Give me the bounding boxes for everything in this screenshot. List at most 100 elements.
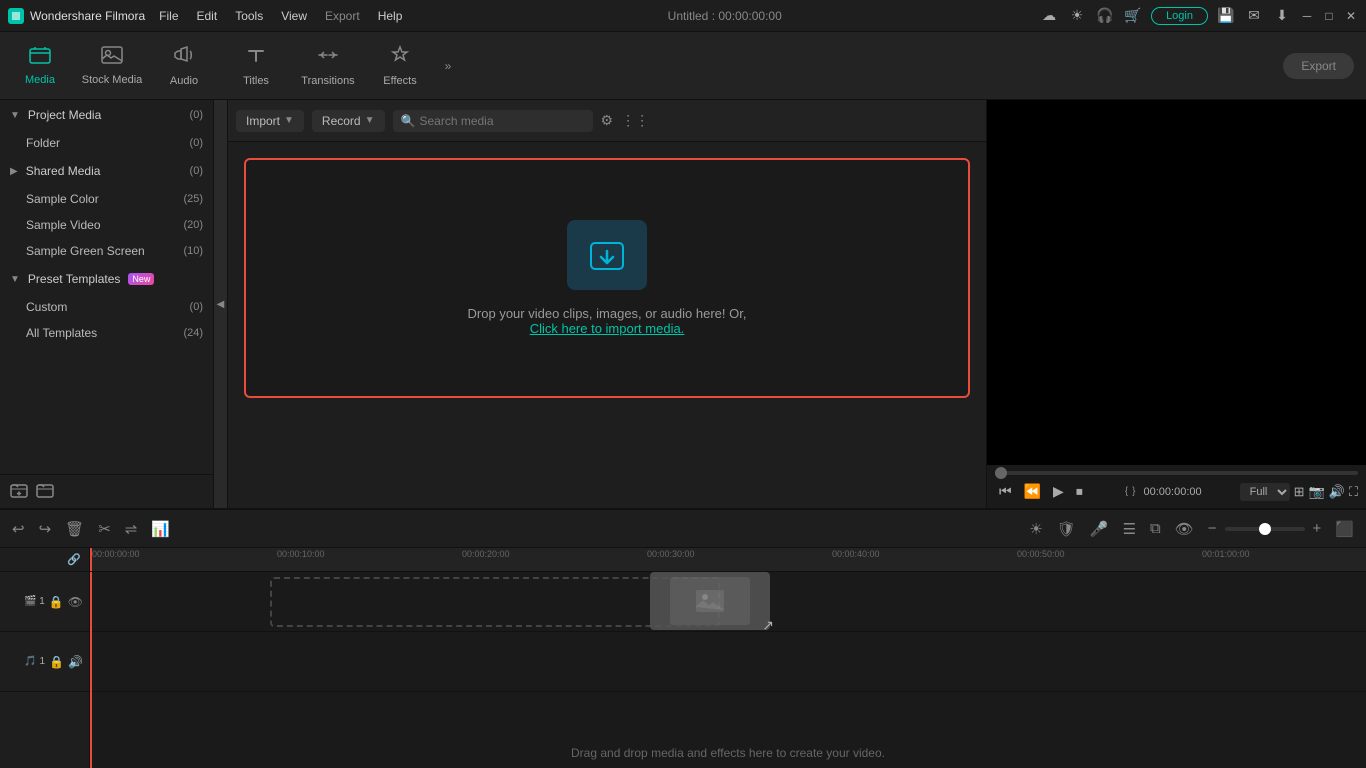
undo-button[interactable]: ↩ xyxy=(8,518,29,540)
sidebar-item-sample-color[interactable]: Sample Color (25) xyxy=(0,186,213,212)
toolbar-titles[interactable]: Titles xyxy=(220,36,292,96)
sidebar-item-all-templates[interactable]: All Templates (24) xyxy=(0,320,213,346)
cloud-icon[interactable]: ☁ xyxy=(1039,6,1059,26)
import-link[interactable]: Click here to import media. xyxy=(530,321,685,336)
video-track-lane[interactable]: ↗ xyxy=(90,572,1366,632)
drag-ghost: ↗ xyxy=(650,572,770,630)
sidebar-preset-templates[interactable]: ▼ Preset Templates New xyxy=(0,264,213,294)
grid-view-icon[interactable]: ⋮⋮ xyxy=(621,112,649,129)
zoom-in-button[interactable]: + xyxy=(1309,518,1326,539)
drop-zone[interactable]: Drop your video clips, images, or audio … xyxy=(244,158,970,398)
layers-icon[interactable]: ⧉ xyxy=(1146,518,1165,539)
snap-icon[interactable]: ☀ xyxy=(1025,518,1046,540)
shield-icon[interactable]: 🛡 xyxy=(1053,518,1080,540)
toolbar-more-button[interactable]: » xyxy=(436,36,460,96)
add-folder-button[interactable] xyxy=(10,481,28,502)
titles-label: Titles xyxy=(243,75,269,87)
main-area: ▼ Project Media (0) Folder (0) ▶ Shared … xyxy=(0,100,1366,508)
delete-button[interactable]: 🗑 xyxy=(61,518,88,540)
save-icon[interactable]: 💾 xyxy=(1216,6,1236,26)
audio-track-lane[interactable] xyxy=(90,632,1366,692)
export-button[interactable]: Export xyxy=(1283,53,1354,79)
sidebar-shared-media[interactable]: ▶ Shared Media (0) xyxy=(0,156,213,186)
back-5-button[interactable]: ⏪ xyxy=(1020,481,1045,502)
import-dropdown-icon: ▼ xyxy=(284,115,294,126)
maximize-button[interactable]: □ xyxy=(1322,9,1336,23)
sidebar-item-folder[interactable]: Folder (0) xyxy=(0,130,213,156)
expand-button[interactable]: ⬛ xyxy=(1331,518,1358,540)
screenshot-icon[interactable]: 📷 xyxy=(1309,484,1325,500)
filter-icon[interactable]: ⚙ xyxy=(601,112,614,129)
toolbar-effects[interactable]: Effects xyxy=(364,36,436,96)
ruler-mark-1: 00:00:10:00 xyxy=(275,548,325,572)
drop-text: Drop your video clips, images, or audio … xyxy=(468,306,747,321)
download-icon[interactable]: ⬇ xyxy=(1272,6,1292,26)
close-button[interactable]: ✕ xyxy=(1344,9,1358,23)
sidebar-item-sample-green-screen[interactable]: Sample Green Screen (10) xyxy=(0,238,213,264)
titlebar: Wondershare Filmora File Edit Tools View… xyxy=(0,0,1366,32)
audio-track-header: 🎵 1 🔒 🔊 xyxy=(0,632,89,692)
sidebar-item-sample-video[interactable]: Sample Video (20) xyxy=(0,212,213,238)
record-dropdown-icon: ▼ xyxy=(365,115,375,126)
preview-panel: ⏮ ⏪ ▶ ⏹ { } 00:00:00:00 Full1/21/4 ⊞ 📷 xyxy=(986,100,1366,508)
audio-track-lock-icon[interactable]: 🔒 xyxy=(49,655,64,669)
stock-media-label: Stock Media xyxy=(82,74,143,86)
import-button[interactable]: Import ▼ xyxy=(236,110,304,132)
sidebar-item-custom[interactable]: Custom (0) xyxy=(0,294,213,320)
sidebar-project-media[interactable]: ▼ Project Media (0) xyxy=(0,100,213,130)
search-input[interactable] xyxy=(419,114,584,128)
transitions-label: Transitions xyxy=(301,75,354,87)
zoom-handle xyxy=(1259,523,1271,535)
ruler-mark-2: 00:00:20:00 xyxy=(460,548,510,572)
audio-detach-button[interactable]: 📊 xyxy=(147,518,174,540)
zoom-out-button[interactable]: − xyxy=(1204,518,1221,539)
content-panel: Import ▼ Record ▼ 🔍 ⚙ ⋮⋮ Drop your xyxy=(228,100,986,508)
track-lock-icon[interactable]: 🔒 xyxy=(49,595,64,609)
timeline-ruler[interactable]: 00:00:00:00 00:00:10:00 00:00:20:00 00:0… xyxy=(90,548,1366,572)
minimize-button[interactable]: ─ xyxy=(1300,9,1314,23)
login-button[interactable]: Login xyxy=(1151,7,1208,25)
menu-export[interactable]: Export xyxy=(317,7,368,25)
volume-icon[interactable]: 🔊 xyxy=(1329,484,1345,500)
chevron-right-icon: ▶ xyxy=(10,166,18,177)
mic-icon[interactable]: 🎤 xyxy=(1086,518,1113,540)
sidebar-collapse-button[interactable]: ◀ xyxy=(214,100,228,508)
play-button[interactable]: ▶ xyxy=(1049,481,1068,502)
menu-help[interactable]: Help xyxy=(370,7,411,25)
quality-selector[interactable]: Full1/21/4 xyxy=(1240,483,1290,501)
eye-icon[interactable]: 👁 xyxy=(1171,518,1198,540)
toolbar-stock-media[interactable]: Stock Media xyxy=(76,36,148,96)
add-to-timeline-icon[interactable]: ⊞ xyxy=(1294,484,1305,500)
prev-frame-button[interactable]: ⏮ xyxy=(995,481,1016,502)
audio-icon xyxy=(173,45,195,71)
scrubber[interactable] xyxy=(995,471,1358,475)
menu-view[interactable]: View xyxy=(273,7,315,25)
cart-icon[interactable]: 🛒 xyxy=(1123,6,1143,26)
preview-video xyxy=(987,100,1366,465)
ruler-mark-4: 00:00:40:00 xyxy=(830,548,880,572)
toolbar-transitions[interactable]: Transitions xyxy=(292,36,364,96)
scrubber-handle[interactable] xyxy=(995,467,1007,479)
track-visibility-icon[interactable]: 👁 xyxy=(68,595,83,609)
list-icon[interactable]: ☰ xyxy=(1119,518,1140,540)
record-button[interactable]: Record ▼ xyxy=(312,110,385,132)
sun-icon[interactable]: ☀ xyxy=(1067,6,1087,26)
audio-track-mute-icon[interactable]: 🔊 xyxy=(68,655,83,669)
toolbar-audio[interactable]: Audio xyxy=(148,36,220,96)
redo-button[interactable]: ↪ xyxy=(35,518,56,540)
preview-controls: ⏮ ⏪ ▶ ⏹ { } 00:00:00:00 Full1/21/4 ⊞ 📷 xyxy=(987,465,1366,508)
mail-icon[interactable]: ✉ xyxy=(1244,6,1264,26)
menu-edit[interactable]: Edit xyxy=(189,7,226,25)
link-icon[interactable]: 🔗 xyxy=(67,553,81,566)
cut-button[interactable]: ✂ xyxy=(94,518,115,540)
media-label: Media xyxy=(25,74,55,86)
menu-file[interactable]: File xyxy=(151,7,186,25)
headset-icon[interactable]: 🎧 xyxy=(1095,6,1115,26)
stop-button[interactable]: ⏹ xyxy=(1072,481,1087,502)
split-button[interactable]: ⇌ xyxy=(121,518,142,540)
toolbar-media[interactable]: Media xyxy=(4,36,76,96)
menu-tools[interactable]: Tools xyxy=(227,7,271,25)
fullscreen-icon[interactable]: ⛶ xyxy=(1349,484,1358,500)
zoom-slider[interactable] xyxy=(1225,527,1305,531)
open-folder-button[interactable] xyxy=(36,481,54,502)
